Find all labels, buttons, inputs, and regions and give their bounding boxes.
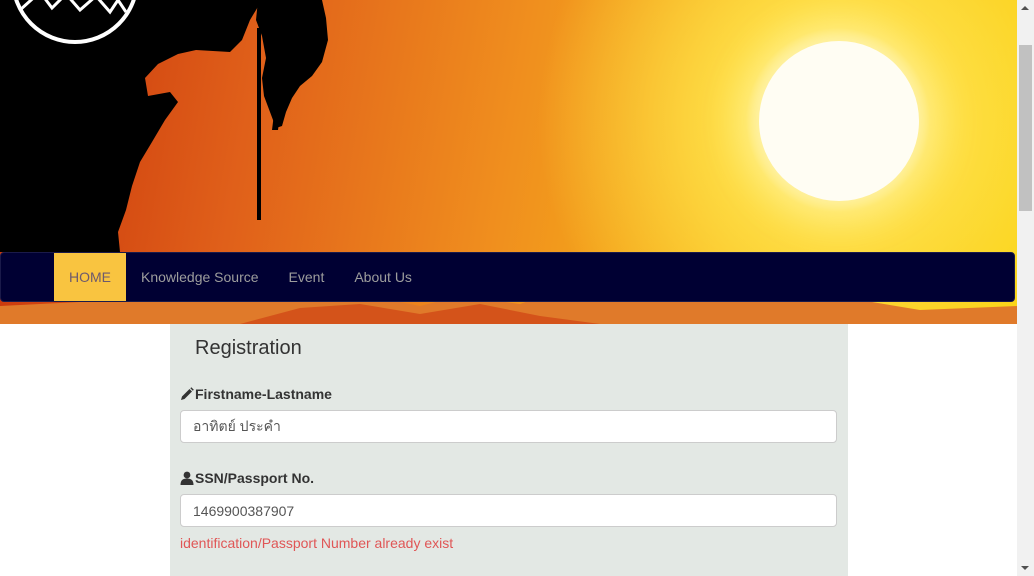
header-banner: HOME Knowledge Source Event About Us xyxy=(0,0,1017,324)
scroll-thumb[interactable] xyxy=(1019,45,1032,211)
registration-title: Registration xyxy=(195,337,302,359)
name-field-label: Firstname-Lastname xyxy=(180,386,332,402)
ssn-error-message: identification/Passport Number already e… xyxy=(180,535,454,551)
nav-item-event[interactable]: Event xyxy=(274,253,340,301)
nav-item-about-us[interactable]: About Us xyxy=(339,253,427,301)
nav-item-knowledge-source[interactable]: Knowledge Source xyxy=(126,253,274,301)
main-navbar: HOME Knowledge Source Event About Us xyxy=(0,252,1015,302)
ssn-label-text: SSN/Passport No. xyxy=(195,470,315,486)
pencil-icon xyxy=(180,387,194,401)
ssn-field-label: SSN/Passport No. xyxy=(180,470,314,486)
vertical-scrollbar[interactable] xyxy=(1017,0,1034,576)
scroll-down-arrow-icon[interactable] xyxy=(1021,566,1029,570)
user-icon xyxy=(180,471,194,485)
page: HOME Knowledge Source Event About Us Reg… xyxy=(0,0,1017,576)
registration-panel: Registration Firstname-Lastname SSN/Pass… xyxy=(170,324,848,576)
scroll-up-arrow-icon[interactable] xyxy=(1021,6,1029,10)
nav-list: HOME Knowledge Source Event About Us xyxy=(54,253,427,301)
ssn-passport-input[interactable] xyxy=(180,494,837,527)
nav-item-home[interactable]: HOME xyxy=(54,253,126,301)
name-label-text: Firstname-Lastname xyxy=(195,386,332,402)
firstname-lastname-input[interactable] xyxy=(180,410,837,443)
